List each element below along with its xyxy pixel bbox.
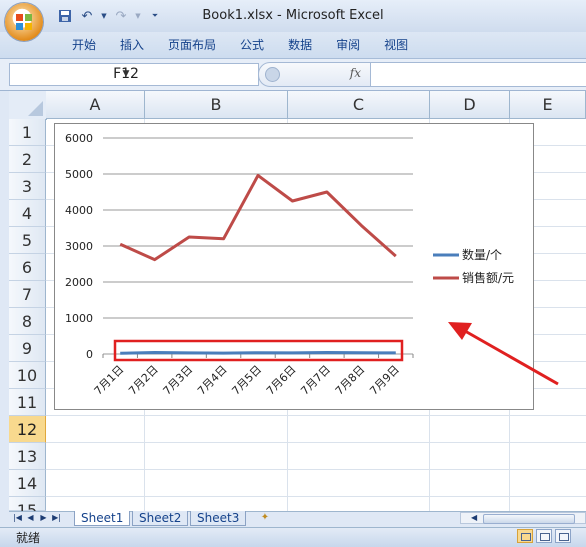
annotation-overlay <box>113 322 559 386</box>
status-text: 就绪 <box>16 531 41 545</box>
horizontal-scrollbar[interactable]: ◀ <box>460 512 586 524</box>
page-layout-view-button[interactable] <box>536 529 552 543</box>
highlight-box <box>113 339 404 362</box>
scroll-thumb[interactable] <box>483 514 575 524</box>
sheet-tab[interactable]: Sheet2 <box>132 511 189 526</box>
sheet-tab[interactable]: Sheet1 <box>74 511 131 526</box>
office-button[interactable] <box>5 3 43 41</box>
insert-sheet-icon[interactable]: ✦ <box>256 511 274 525</box>
annotation-arrow <box>464 329 559 386</box>
page-break-view-button[interactable] <box>555 529 571 543</box>
arrow-head-icon <box>448 322 472 340</box>
normal-view-button[interactable] <box>517 529 533 543</box>
prev-sheet-icon[interactable]: ◀ <box>25 512 36 524</box>
office-logo-icon <box>16 14 32 30</box>
status-bar <box>0 527 586 547</box>
sheet-tab[interactable]: Sheet3 <box>190 511 247 526</box>
scroll-left-icon[interactable]: ◀ <box>471 513 477 522</box>
last-sheet-icon[interactable]: ▶| <box>51 512 62 524</box>
next-sheet-icon[interactable]: ▶ <box>38 512 49 524</box>
first-sheet-icon[interactable]: |◀ <box>12 512 23 524</box>
